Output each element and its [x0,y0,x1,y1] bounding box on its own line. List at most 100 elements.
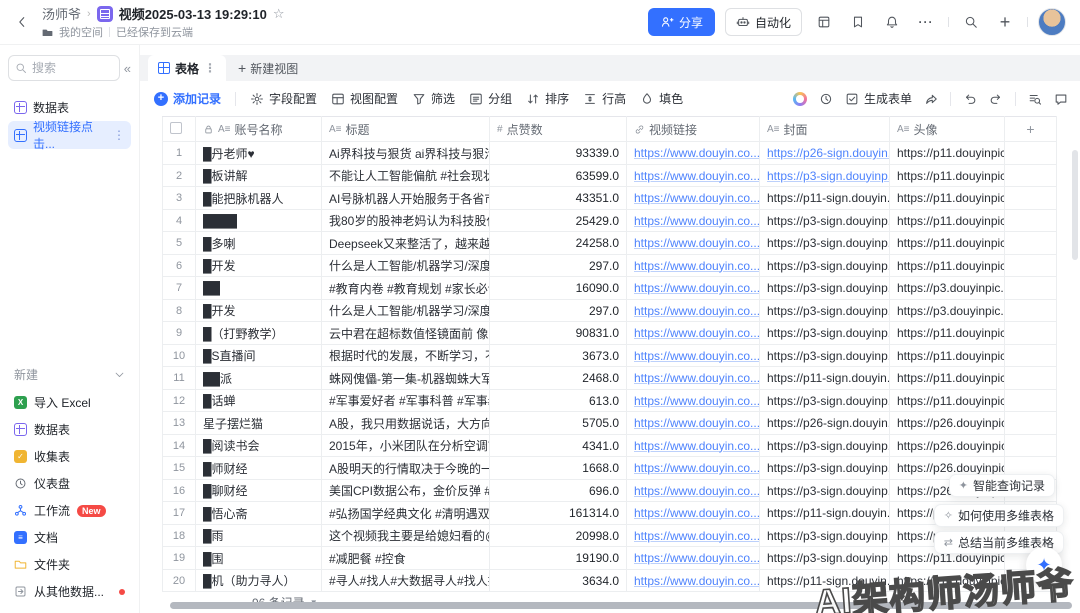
cell-avatar[interactable]: https://p11.douyinpic.c... [890,187,1005,210]
cell-likes[interactable]: 696.0 [490,479,627,502]
cell-video[interactable]: https://www.douyin.co... [627,389,760,412]
chip-smart-query[interactable]: ✦ 智能查询记录 [949,474,1055,497]
tab-more-icon[interactable]: ⋮ [204,61,216,75]
row-number[interactable]: 3 [163,187,196,210]
cell-avatar[interactable]: https://p26.douyinpic.c... [890,412,1005,435]
cell-cover[interactable]: https://p11-sign.douyin... [760,569,890,592]
sidebar-search-input[interactable] [32,61,92,75]
cell-account[interactable]: █聊财经 [196,479,322,502]
cell-cover[interactable]: https://p3-sign.douyinp... [760,277,890,300]
cell-cover[interactable]: https://p3-sign.douyinp... [760,322,890,345]
cell-account[interactable]: ████ [196,209,322,232]
cell-avatar[interactable]: https://p11.douyinpic.c... [890,232,1005,255]
cell-likes[interactable]: 3634.0 [490,569,627,592]
cell-video[interactable]: https://www.douyin.co... [627,412,760,435]
cell-title[interactable]: #减肥餐 #控食 [322,547,490,570]
cell-likes[interactable]: 90831.0 [490,322,627,345]
cell-cover[interactable]: https://p3-sign.douyinp... [760,524,890,547]
cell-avatar[interactable]: https://p11.douyinpic.c... [890,367,1005,390]
cell-likes[interactable]: 93339.0 [490,142,627,165]
row-number[interactable]: 12 [163,389,196,412]
cell-likes[interactable]: 161314.0 [490,502,627,525]
comment-button[interactable] [1054,92,1068,106]
cell-title[interactable]: 云中君在超标数值怪镜面前 像是一... [322,322,490,345]
new-item-datatable[interactable]: 数据表 [8,416,131,443]
cell-title[interactable]: Deepseek又来整活了，越来越细思... [322,232,490,255]
cell-video[interactable]: https://www.douyin.co... [627,524,760,547]
cell-video[interactable]: https://www.douyin.co... [627,142,760,165]
cell-likes[interactable]: 2468.0 [490,367,627,390]
row-number[interactable]: 9 [163,322,196,345]
cell-title[interactable]: #教育内卷 #教育规划 #家长必读 [322,277,490,300]
bell-icon[interactable] [880,10,904,34]
redo-button[interactable] [989,92,1003,106]
cell-cover[interactable]: https://p3-sign.douyinp... [760,232,890,255]
form-icon[interactable] [812,10,836,34]
cell-likes[interactable]: 3673.0 [490,344,627,367]
cell-video[interactable]: https://www.douyin.co... [627,232,760,255]
cell-account[interactable]: █S直播间 [196,344,322,367]
new-view-button[interactable]: + 新建视图 [226,55,310,81]
tab-grid-view[interactable]: 表格 ⋮ [148,55,226,81]
field-config-button[interactable]: 字段配置 [250,90,317,107]
cell-avatar[interactable]: https://p11.douyinpic.c... [890,164,1005,187]
cell-video[interactable]: https://www.douyin.co... [627,502,760,525]
new-item-workflow[interactable]: 工作流 New [8,497,131,524]
cell-cover[interactable]: https://p11-sign.douyin... [760,367,890,390]
badge-icon[interactable] [846,10,870,34]
cell-avatar[interactable]: https://p11.douyinpic.c... [890,254,1005,277]
breadcrumb-space[interactable]: 我的空间 [59,24,103,40]
star-icon[interactable]: ☆ [273,6,285,22]
column-header-title[interactable]: A≡标题 [322,117,490,142]
cell-video[interactable]: https://www.douyin.co... [627,209,760,232]
collapse-sidebar-icon[interactable]: « [124,61,131,76]
cell-account[interactable]: █阅读书会 [196,434,322,457]
horizontal-scrollbar[interactable] [170,602,1072,609]
row-number[interactable]: 13 [163,412,196,435]
cell-likes[interactable]: 25429.0 [490,209,627,232]
cell-title[interactable]: #弘扬国学经典文化 #清明遇双春五... [322,502,490,525]
column-header-avatar[interactable]: A≡头像 [890,117,1005,142]
cell-cover[interactable]: https://p3-sign.douyinp... [760,299,890,322]
row-number[interactable]: 18 [163,524,196,547]
cell-account[interactable]: █雨 [196,524,322,547]
cell-title[interactable]: 根据时代的发展，不断学习，不断进... [322,344,490,367]
cell-cover[interactable]: https://p3-sign.douyinp... [760,434,890,457]
cell-avatar[interactable]: https://p11.douyinpic.c... [890,389,1005,412]
cell-title[interactable]: 什么是人工智能/机器学习/深度学习/... [322,299,490,322]
search-icon[interactable] [959,10,983,34]
cell-title[interactable]: A股明天的行情取决于今晚的一个数... [322,457,490,480]
cell-video[interactable]: https://www.douyin.co... [627,457,760,480]
cell-account[interactable]: █（打野教学） [196,322,322,345]
more-icon[interactable]: ··· [914,10,938,34]
column-header-account[interactable]: A≡ 账号名称 [196,117,322,142]
cell-avatar[interactable]: https://p11.douyinpic.c... [890,344,1005,367]
cell-avatar[interactable]: https://p11.douyinpic.c... [890,322,1005,345]
cell-account[interactable]: █能把脉机器人 [196,187,322,210]
history-button[interactable] [819,92,833,106]
chip-how-to-use[interactable]: ✧ 如何使用多维表格 [934,504,1064,527]
cell-video[interactable]: https://www.douyin.co... [627,434,760,457]
cell-title[interactable]: #军事爱好者 #军事科普 #军事#军事... [322,389,490,412]
cell-likes[interactable]: 4341.0 [490,434,627,457]
cell-cover[interactable]: https://p3-sign.douyinp... [760,389,890,412]
cell-likes[interactable]: 24258.0 [490,232,627,255]
cell-avatar[interactable]: https://p3.douyinpic.co... [890,277,1005,300]
row-number[interactable]: 11 [163,367,196,390]
sidebar-search[interactable] [8,55,120,81]
cell-video[interactable]: https://www.douyin.co... [627,479,760,502]
cell-avatar[interactable]: https://p11.douyinpic.c... [890,569,1005,592]
new-item-dashboard[interactable]: 仪表盘 [8,470,131,497]
cell-title[interactable]: 我80岁的股神老妈认为科技股任务... [322,209,490,232]
automation-button[interactable]: 自动化 [725,8,802,36]
cell-cover[interactable]: https://p3-sign.douyinp... [760,254,890,277]
new-item-document[interactable]: ≡ 文档 [8,524,131,551]
undo-button[interactable] [963,92,977,106]
row-number[interactable]: 8 [163,299,196,322]
row-number[interactable]: 5 [163,232,196,255]
row-number[interactable]: 15 [163,457,196,480]
cell-title[interactable]: 美国CPI数据公布，金价反弹 #黄金 ... [322,479,490,502]
cell-likes[interactable]: 297.0 [490,299,627,322]
group-button[interactable]: 分组 [469,90,512,107]
new-item-import-excel[interactable]: X 导入 Excel [8,389,131,416]
